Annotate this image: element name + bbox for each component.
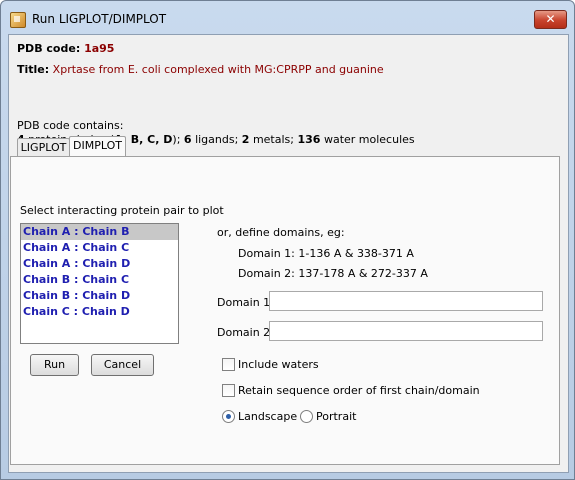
ligands-count: 6 xyxy=(183,133,192,146)
run-button[interactable]: Run xyxy=(30,354,79,376)
pair-list-item[interactable]: Chain B : Chain D xyxy=(21,288,178,304)
close-button[interactable]: ✕ xyxy=(534,10,567,29)
pdb-code-label: PDB code: xyxy=(17,42,81,55)
title-bar[interactable]: Run LIGPLOT/DIMPLOT ✕ xyxy=(1,1,574,35)
select-pair-label: Select interacting protein pair to plot xyxy=(20,204,224,217)
title-label: Title: xyxy=(17,63,50,76)
pair-list-item[interactable]: Chain A : Chain C xyxy=(21,240,178,256)
pair-list-item[interactable]: Chain B : Chain C xyxy=(21,272,178,288)
tab-dimplot[interactable]: DIMPLOT xyxy=(69,136,126,157)
include-waters-checkbox[interactable] xyxy=(222,358,235,371)
landscape-label[interactable]: Landscape xyxy=(238,410,297,423)
domain1-example: Domain 1: 1-136 A & 338-371 A xyxy=(238,247,414,260)
portrait-label[interactable]: Portrait xyxy=(316,410,356,423)
pair-list-item[interactable]: Chain C : Chain D xyxy=(21,304,178,320)
domain2-example: Domain 2: 137-178 A & 272-337 A xyxy=(238,267,428,280)
dialog-window: Run LIGPLOT/DIMPLOT ✕ PDB code: 1a95 Tit… xyxy=(0,0,575,480)
include-waters-label[interactable]: Include waters xyxy=(238,358,319,371)
pdb-code-value: 1a95 xyxy=(84,42,115,55)
water-count: 136 xyxy=(297,133,321,146)
pdb-code-row: PDB code: 1a95 xyxy=(17,42,114,55)
retain-order-checkbox[interactable] xyxy=(222,384,235,397)
title-value: Xprtase from E. coli complexed with MG:C… xyxy=(52,63,384,76)
pair-list-item[interactable]: Chain A : Chain D xyxy=(21,256,178,272)
metals-count: 2 xyxy=(241,133,250,146)
define-domains-label: or, define domains, eg: xyxy=(217,226,345,239)
window-title: Run LIGPLOT/DIMPLOT xyxy=(32,12,167,26)
pair-list-item[interactable]: Chain A : Chain B xyxy=(21,224,178,240)
domain2-label: Domain 2: xyxy=(217,326,274,339)
app-icon xyxy=(10,12,26,28)
chains-text-post: ); xyxy=(172,133,181,146)
pair-list[interactable]: Chain A : Chain B Chain A : Chain C Chain … xyxy=(20,223,179,344)
ligands-text: ligands; xyxy=(195,133,239,146)
title-row: Title: Xprtase from E. coli complexed wi… xyxy=(17,63,384,76)
water-text: water molecules xyxy=(323,133,415,146)
retain-order-label[interactable]: Retain sequence order of first chain/dom… xyxy=(238,384,480,397)
cancel-button[interactable]: Cancel xyxy=(91,354,154,376)
metals-text: metals; xyxy=(252,133,294,146)
domain1-field[interactable] xyxy=(269,291,543,311)
portrait-radio[interactable] xyxy=(300,410,313,423)
domain1-label: Domain 1: xyxy=(217,296,274,309)
domain2-field[interactable] xyxy=(269,321,543,341)
contents-heading: PDB code contains: xyxy=(17,119,124,132)
tab-ligplot[interactable]: LIGPLOT xyxy=(17,138,70,157)
landscape-radio[interactable] xyxy=(222,410,235,423)
